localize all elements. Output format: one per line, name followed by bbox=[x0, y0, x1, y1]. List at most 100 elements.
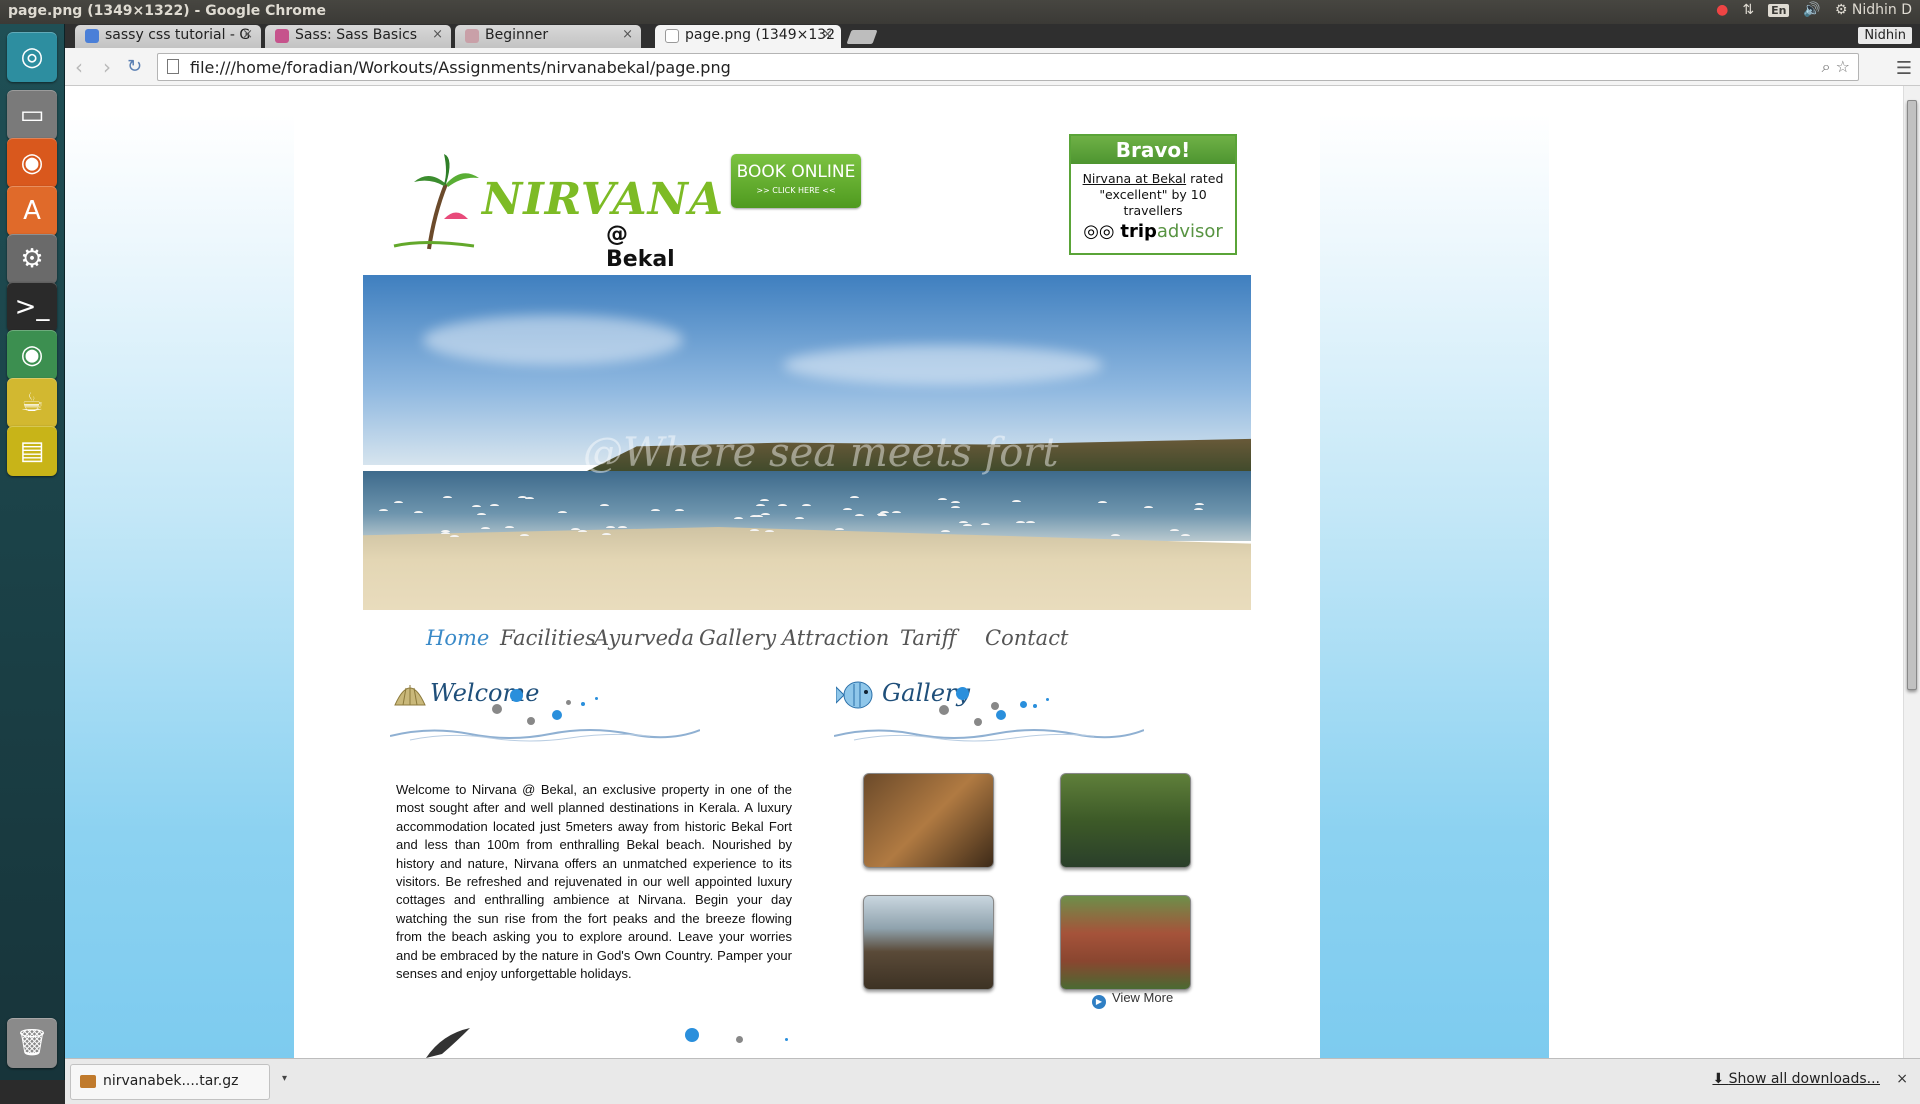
bird bbox=[843, 508, 853, 512]
chrome-icon[interactable]: ◉ bbox=[7, 330, 57, 380]
gallery-thumb-houseboat[interactable] bbox=[1060, 773, 1191, 868]
show-all-label: Show all downloads... bbox=[1728, 1071, 1880, 1087]
bird bbox=[675, 509, 685, 513]
nav-contact[interactable]: Contact bbox=[985, 626, 1068, 650]
volume-icon[interactable]: 🔊 bbox=[1803, 2, 1820, 18]
tab-strip: sassy css tutorial - G × Sass: Sass Basi… bbox=[65, 24, 1920, 48]
tab-close-icon[interactable]: × bbox=[432, 27, 443, 42]
tab-sassy-css-tutorial[interactable]: sassy css tutorial - G × bbox=[75, 25, 261, 48]
tripadvisor-badge[interactable]: Bravo! Nirvana at Bekal rated "excellent… bbox=[1069, 134, 1237, 255]
os-top-bar: page.png (1349×1322) - Google Chrome ● ⇅… bbox=[0, 0, 1920, 24]
profile-button[interactable]: Nidhin bbox=[1858, 27, 1912, 44]
site-navigation: Home Facilities Ayurveda Gallery Attract… bbox=[426, 626, 1206, 656]
chrome-indicator-icon[interactable]: ● bbox=[1716, 2, 1728, 18]
gallery-thumb-cottage[interactable] bbox=[1060, 895, 1191, 990]
bird bbox=[489, 503, 499, 508]
book-online-label: BOOK ONLINE bbox=[736, 162, 856, 182]
decor-dot bbox=[1033, 704, 1037, 708]
ruler-app-icon[interactable]: ▤ bbox=[7, 426, 57, 476]
badge-link[interactable]: Nirvana at Bekal bbox=[1083, 171, 1187, 186]
badge-heading: Bravo! bbox=[1071, 136, 1235, 164]
bird bbox=[849, 495, 859, 500]
decor-dot bbox=[1046, 698, 1049, 701]
hero-image: @Where sea meets fort bbox=[363, 275, 1251, 610]
tripadvisor-brand-b: advisor bbox=[1156, 221, 1223, 242]
tab-close-icon[interactable]: × bbox=[822, 27, 833, 42]
play-circle-icon: ▶ bbox=[1092, 995, 1106, 1009]
files-icon[interactable]: ▭ bbox=[7, 90, 57, 140]
vertical-scrollbar[interactable] bbox=[1903, 86, 1920, 1058]
decor-dot bbox=[996, 710, 1006, 720]
fish-icon bbox=[836, 681, 873, 709]
show-all-downloads-link[interactable]: ⬇ Show all downloads... bbox=[1712, 1071, 1880, 1087]
bird bbox=[1143, 505, 1153, 510]
nav-gallery[interactable]: Gallery bbox=[699, 626, 776, 650]
cloud bbox=[783, 345, 1103, 385]
download-item[interactable]: nirvanabek....tar.gz ▾ bbox=[70, 1064, 287, 1100]
back-button-icon[interactable]: ‹ bbox=[75, 55, 83, 79]
decor-dot bbox=[956, 687, 969, 700]
user-name: Nidhin D bbox=[1851, 2, 1912, 18]
network-icon[interactable]: ⇅ bbox=[1742, 2, 1754, 18]
bird bbox=[981, 522, 991, 527]
bird bbox=[1170, 529, 1180, 533]
tab-close-icon[interactable]: × bbox=[242, 27, 253, 42]
download-filename: nirvanabek....tar.gz bbox=[103, 1073, 239, 1089]
view-more-link[interactable]: ▶ View More bbox=[1092, 990, 1173, 1009]
gallery-thumb-fort[interactable] bbox=[863, 895, 994, 990]
close-shelf-icon[interactable]: × bbox=[1896, 1071, 1908, 1087]
decor-dot bbox=[595, 697, 598, 700]
tab-page-png[interactable]: page.png (1349×132 × bbox=[655, 25, 841, 48]
keyboard-layout-indicator[interactable]: En bbox=[1768, 3, 1790, 17]
bird bbox=[605, 525, 615, 530]
terminal-icon[interactable]: >_ bbox=[7, 282, 57, 332]
download-arrow-icon: ⬇ bbox=[1712, 1071, 1729, 1087]
hero-beach bbox=[363, 527, 1251, 610]
bird bbox=[950, 501, 960, 505]
bird bbox=[570, 528, 580, 532]
nav-attraction[interactable]: Attraction bbox=[782, 626, 889, 650]
window-title: page.png (1349×1322) - Google Chrome bbox=[8, 3, 326, 19]
address-bar[interactable]: file:///home/foradian/Workouts/Assignmen… bbox=[157, 53, 1859, 81]
bird bbox=[476, 512, 486, 517]
scrollbar-thumb[interactable] bbox=[1907, 100, 1917, 690]
bird bbox=[602, 533, 612, 537]
tab-close-icon[interactable]: × bbox=[622, 27, 633, 42]
user-menu[interactable]: ⚙ Nidhin D bbox=[1835, 2, 1912, 18]
system-settings-icon[interactable]: ⚙ bbox=[7, 234, 57, 284]
tab-label: Beginner bbox=[485, 27, 549, 43]
nav-facilities[interactable]: Facilities bbox=[500, 626, 596, 650]
new-tab-button[interactable] bbox=[846, 30, 878, 44]
bird bbox=[558, 510, 568, 515]
decor-dot bbox=[510, 689, 523, 702]
bird bbox=[1015, 520, 1025, 525]
trash-icon[interactable]: 🗑 bbox=[7, 1018, 57, 1068]
welcome-title: Welcome bbox=[430, 679, 540, 707]
book-online-button[interactable]: BOOK ONLINE >> CLICK HERE << bbox=[731, 154, 861, 208]
decor-dot bbox=[552, 710, 562, 720]
shell-icon bbox=[394, 685, 426, 706]
google-favicon-icon bbox=[85, 29, 99, 43]
gallery-thumb-restaurant[interactable] bbox=[863, 773, 994, 868]
chrome-menu-icon[interactable]: ☰ bbox=[1896, 58, 1912, 79]
dash-home-icon[interactable]: ◎ bbox=[7, 32, 57, 82]
tab-sass-basics[interactable]: Sass: Sass Basics × bbox=[265, 25, 451, 48]
decor-dot bbox=[939, 705, 949, 715]
tab-label: sassy css tutorial - G bbox=[105, 27, 251, 43]
site-logo[interactable]: NIRVANA @ Bekal bbox=[384, 154, 723, 272]
decor-dot bbox=[685, 1028, 699, 1042]
welcome-paragraph: Welcome to Nirvana @ Bekal, an exclusive… bbox=[396, 782, 792, 982]
firefox-icon[interactable]: ◉ bbox=[7, 138, 57, 188]
download-menu-arrow-icon[interactable]: ▾ bbox=[282, 1073, 287, 1084]
nav-ayurveda[interactable]: Ayurveda bbox=[594, 626, 694, 650]
tab-beginner[interactable]: Beginner × bbox=[455, 25, 641, 48]
software-center-icon[interactable]: A bbox=[7, 186, 57, 236]
nav-tariff[interactable]: Tariff bbox=[900, 626, 957, 650]
view-more-label: View More bbox=[1112, 990, 1174, 1005]
page-icon bbox=[167, 59, 179, 74]
reload-button-icon[interactable]: ↻ bbox=[127, 56, 142, 77]
zoom-bookmark-icons[interactable]: ⌕ ☆ bbox=[1822, 57, 1850, 77]
forward-button-icon[interactable]: › bbox=[103, 55, 111, 79]
kettle-app-icon[interactable]: ☕ bbox=[7, 378, 57, 428]
nav-home[interactable]: Home bbox=[426, 626, 489, 650]
